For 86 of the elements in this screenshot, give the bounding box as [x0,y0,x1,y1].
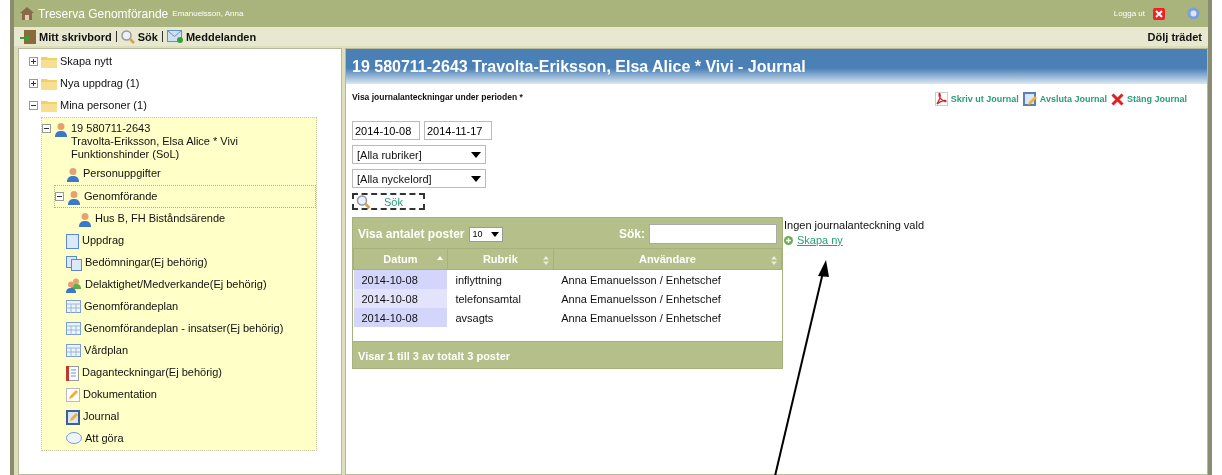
plus-icon [784,235,793,245]
tree-item[interactable]: Nya uppdrag (1) [60,77,140,90]
person-icon [67,190,81,205]
folder-icon [41,55,57,68]
create-link[interactable]: Skapa ny [797,234,843,246]
expand-icon[interactable] [29,57,38,66]
expand-icon[interactable] [29,79,38,88]
tree-item-label[interactable]: Funktionshinder (SoL) [71,148,238,161]
table-cell: avsagts [447,308,554,327]
pencil-icon [66,388,80,402]
caret-icon [490,231,499,237]
table-search-field[interactable] [649,224,777,244]
hide-tree-link[interactable]: Dölj trädet [1147,30,1202,43]
tree-item-label[interactable]: Travolta-Eriksson, Elsa Alice * Vivi [71,135,238,148]
tree-item[interactable]: Genomförande [84,190,158,203]
tree-item[interactable]: Delaktighet/Medverkande(Ej behörig) [85,278,267,291]
close-icon [1111,92,1124,106]
table-cell: 2014-10-08 [353,289,448,308]
tree-item[interactable]: Personuppgifter [83,167,161,180]
collapse-icon[interactable] [55,192,64,201]
action-link[interactable]: Stäng Journal [1111,92,1187,106]
table-info: Visar 1 till 3 av totalt 3 poster [353,341,782,368]
table-cell: 2014-10-08 [353,269,448,289]
tree-item[interactable]: Skapa nytt [60,55,112,68]
table-search-label: Sök: [619,227,645,241]
app-title: Treserva Genomförande [38,6,169,21]
people-icon [66,278,82,293]
edit-icon [1022,92,1037,106]
tree-item[interactable]: Mina personer (1) [60,99,147,112]
dropdown[interactable]: [Alla rubriker] [352,145,486,164]
tree-item[interactable]: Dokumentation [83,388,157,401]
tree-item[interactable]: Genomförandeplan - insatser(Ej behörig) [84,322,284,335]
tree-item[interactable]: Uppdrag [82,234,125,247]
collapse-icon[interactable] [29,101,38,110]
date-from-field[interactable]: 2014-10-08 [352,121,420,140]
folder-icon [41,77,57,90]
house-icon [20,7,34,20]
empty-message: Ingen journalanteckning vald [784,219,926,231]
collapse-icon[interactable] [42,124,51,133]
person-icon [54,122,68,137]
speech-bubble-icon [66,432,82,446]
pages-icon [66,256,82,271]
search-icon [356,194,372,209]
date-to-field[interactable]: 2014-11-17 [424,121,492,140]
tree-item[interactable]: Att göra [85,432,124,445]
envelope-icon [166,30,183,43]
logout-icon[interactable] [1153,7,1165,20]
user-name: Emanuelsson, Anna [172,9,244,18]
dropdown[interactable]: [Alla nyckelord] [352,169,486,188]
toolbar-link[interactable]: Sök [137,30,158,43]
toolbar-link[interactable]: Mitt skrivbord [39,30,112,43]
table-cell: Anna Emanuelsson / Enhetschef [553,289,782,308]
action-link[interactable]: Avsluta Journal [1022,92,1107,106]
notes-icon [66,366,79,381]
table-cell: telefonsamtal [447,289,554,308]
person-icon [66,167,80,182]
toolbar-link[interactable]: Meddelanden [185,30,257,43]
table-icon [66,300,81,313]
page-length-dropdown[interactable]: 10 [468,226,503,242]
table-cell: 2014-10-08 [353,308,448,327]
tree-item[interactable]: Bedömningar(Ej behörig) [85,256,208,269]
pdf-icon [934,92,948,106]
tree-item[interactable]: Genomförandeplan [84,300,179,313]
table-icon [66,344,81,357]
tree-row[interactable]: Genomförande [54,185,316,208]
search-button[interactable]: Sök [352,193,425,210]
journal-icon [66,410,80,425]
tree-item[interactable]: Vårdplan [84,344,129,357]
table-cell: inflyttning [447,269,554,289]
desk-icon [20,29,36,44]
search-icon [120,29,135,44]
folder-icon [41,99,57,112]
table-icon [66,322,81,335]
table-cell: Anna Emanuelsson / Enhetschef [553,308,782,327]
period-label: Visa journalanteckningar under perioden * [352,92,524,102]
tree-item[interactable]: Hus B, FH Biståndsärende [95,212,226,225]
caret-icon [471,151,481,158]
tree-item[interactable]: Journal [83,410,120,423]
journal-title: 19 580711-2643 Travolta-Eriksson, Elsa Alice * Vivi - Journal [346,49,1207,84]
tree-item[interactable]: Daganteckningar(Ej behörig) [82,366,223,379]
page-icon [66,234,79,249]
tree-item-label[interactable]: 19 580711-2643 [71,122,238,135]
table-cell: Anna Emanuelsson / Enhetschef [553,269,782,289]
page-length-label: Visa antalet poster [358,227,465,241]
person-icon [78,212,92,227]
caret-icon [471,175,481,182]
